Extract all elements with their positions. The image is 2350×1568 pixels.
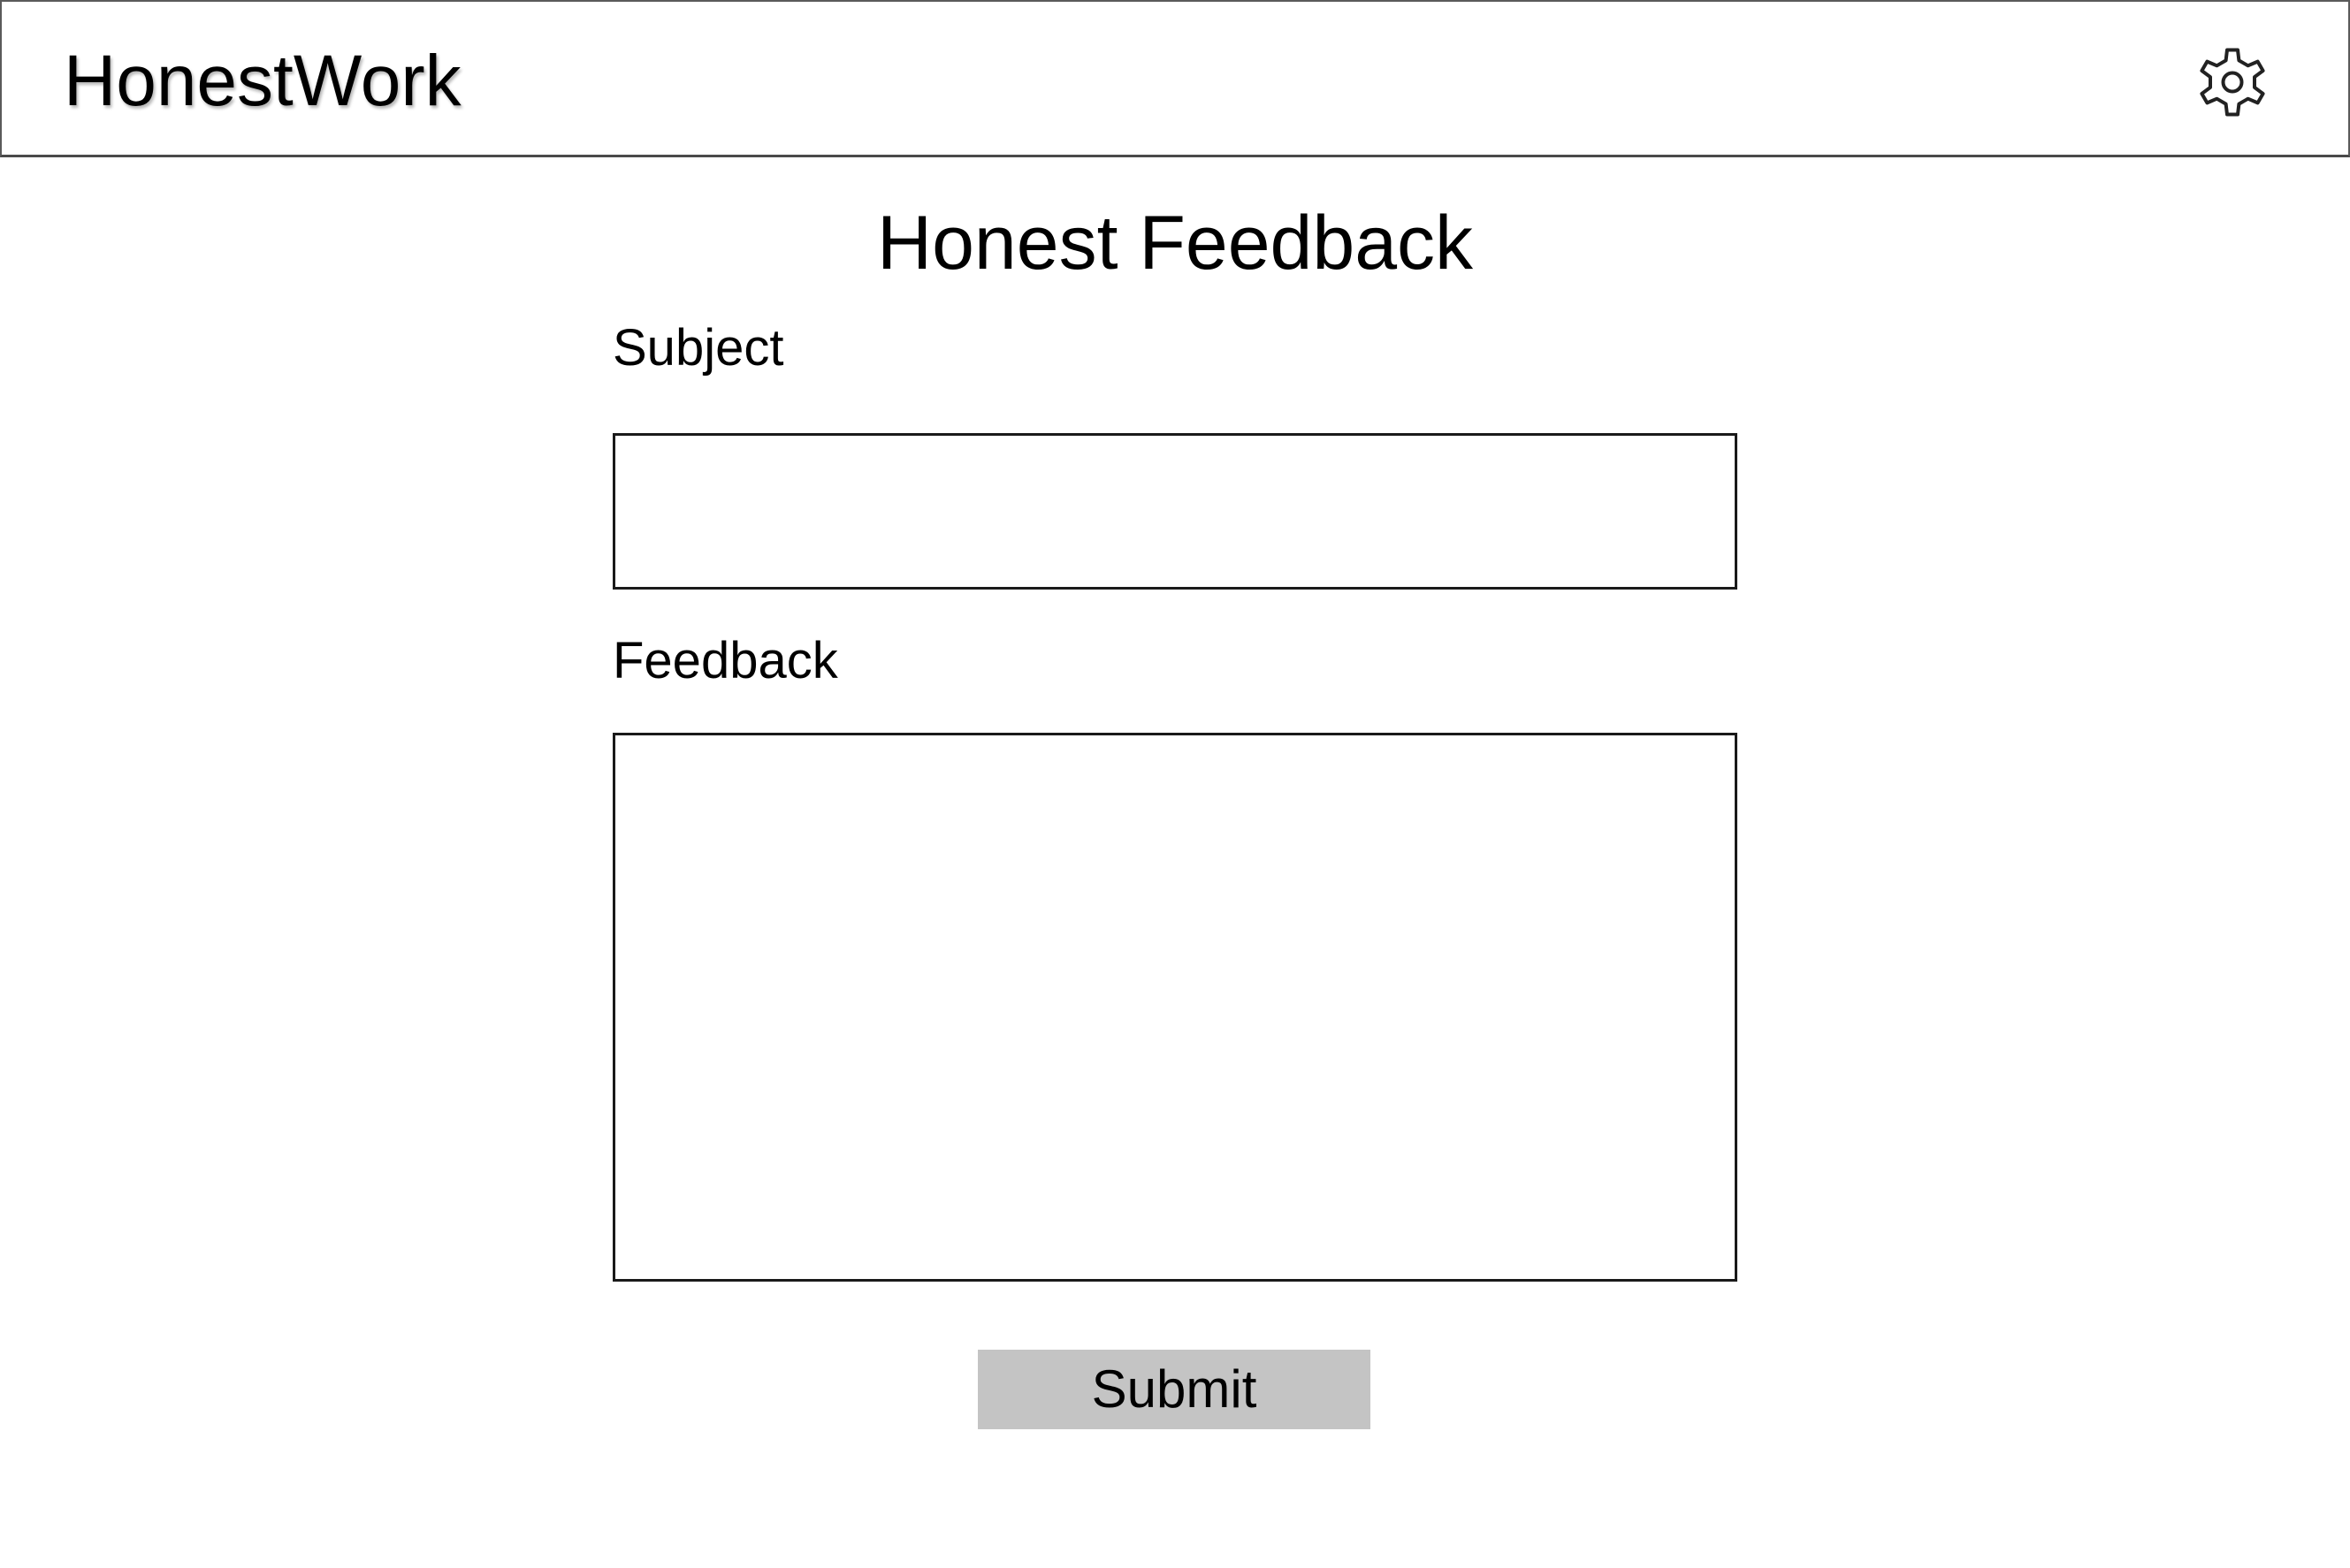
subject-input[interactable] <box>613 433 1737 590</box>
gear-icon <box>2200 48 2265 117</box>
feedback-textarea[interactable] <box>613 733 1737 1282</box>
settings-button[interactable] <box>2193 42 2272 122</box>
app-header: HonestWork <box>0 0 2350 157</box>
submit-button[interactable]: Submit <box>978 1350 1370 1429</box>
app-title: HonestWork <box>64 41 462 121</box>
feedback-label: Feedback <box>613 632 838 689</box>
subject-label: Subject <box>613 319 784 377</box>
page-title: Honest Feedback <box>876 201 1474 285</box>
